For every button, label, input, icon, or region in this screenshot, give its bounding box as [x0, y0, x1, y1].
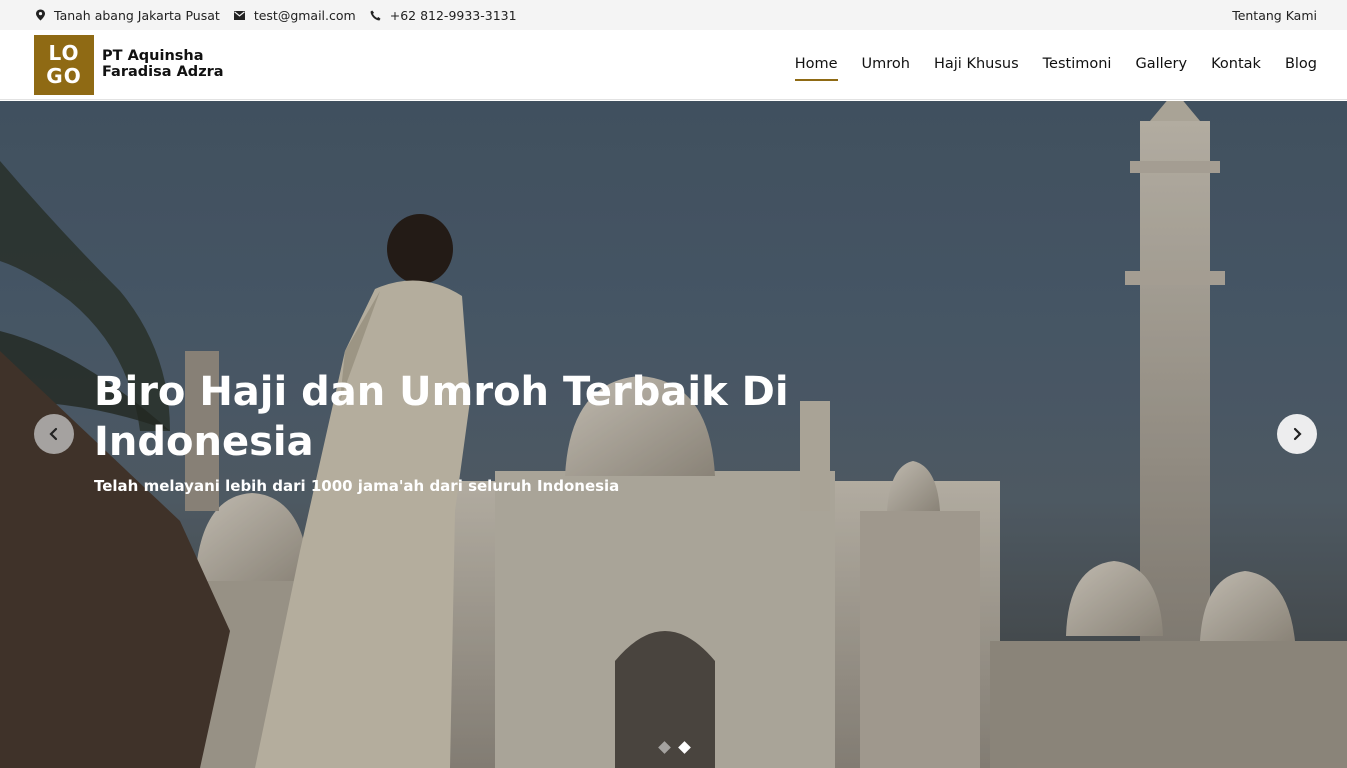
- slider-next-button[interactable]: [1277, 414, 1317, 454]
- about-link[interactable]: Tentang Kami: [1232, 8, 1317, 23]
- slider-prev-button[interactable]: [34, 414, 74, 454]
- nav-kontak[interactable]: Kontak: [1211, 56, 1261, 75]
- hero-subtitle: Telah melayani lebih dari 1000 jama'ah d…: [94, 477, 620, 495]
- brand-name[interactable]: PT Aquinsha Faradisa Adzra: [102, 48, 224, 80]
- location-pin-icon: [34, 9, 46, 21]
- logo-line2: GO: [46, 64, 82, 88]
- logo-line1: LO: [48, 41, 80, 65]
- logo[interactable]: LO GO: [34, 35, 94, 95]
- nav-home[interactable]: Home: [794, 56, 838, 81]
- chevron-left-icon: [49, 427, 58, 441]
- phone-text[interactable]: +62 812-9933-3131: [390, 8, 517, 23]
- main-nav: Home Umroh Haji Khusus Testimoni Gallery…: [771, 30, 1317, 100]
- nav-umroh[interactable]: Umroh: [862, 56, 910, 75]
- slider-dot-1[interactable]: [658, 741, 671, 754]
- address-item: Tanah abang Jakarta Pusat: [34, 8, 220, 23]
- email-item[interactable]: test@gmail.com: [234, 8, 356, 23]
- phone-item[interactable]: +62 812-9933-3131: [370, 8, 517, 23]
- envelope-icon: [234, 9, 246, 21]
- slider-pagination: [658, 741, 700, 754]
- slider-dot-2[interactable]: [678, 741, 691, 754]
- nav-haji-khusus[interactable]: Haji Khusus: [934, 56, 1019, 75]
- phone-icon: [370, 9, 382, 21]
- nav-testimoni[interactable]: Testimoni: [1043, 56, 1112, 75]
- brand-line2: Faradisa Adzra: [102, 64, 224, 80]
- hero-title: Biro Haji dan Umroh Terbaik Di Indonesia: [94, 369, 789, 465]
- nav-blog[interactable]: Blog: [1285, 56, 1317, 75]
- brand-line1: PT Aquinsha: [102, 48, 204, 64]
- address-text: Tanah abang Jakarta Pusat: [54, 7, 220, 23]
- nav-gallery[interactable]: Gallery: [1135, 56, 1187, 75]
- main-header: LO GO PT Aquinsha Faradisa Adzra Home Um…: [0, 30, 1347, 100]
- chevron-right-icon: [1293, 427, 1302, 441]
- top-bar: Tanah abang Jakarta Pusat test@gmail.com…: [0, 0, 1347, 30]
- email-text[interactable]: test@gmail.com: [254, 8, 356, 23]
- hero-slider: Biro Haji dan Umroh Terbaik Di Indonesia…: [0, 101, 1347, 768]
